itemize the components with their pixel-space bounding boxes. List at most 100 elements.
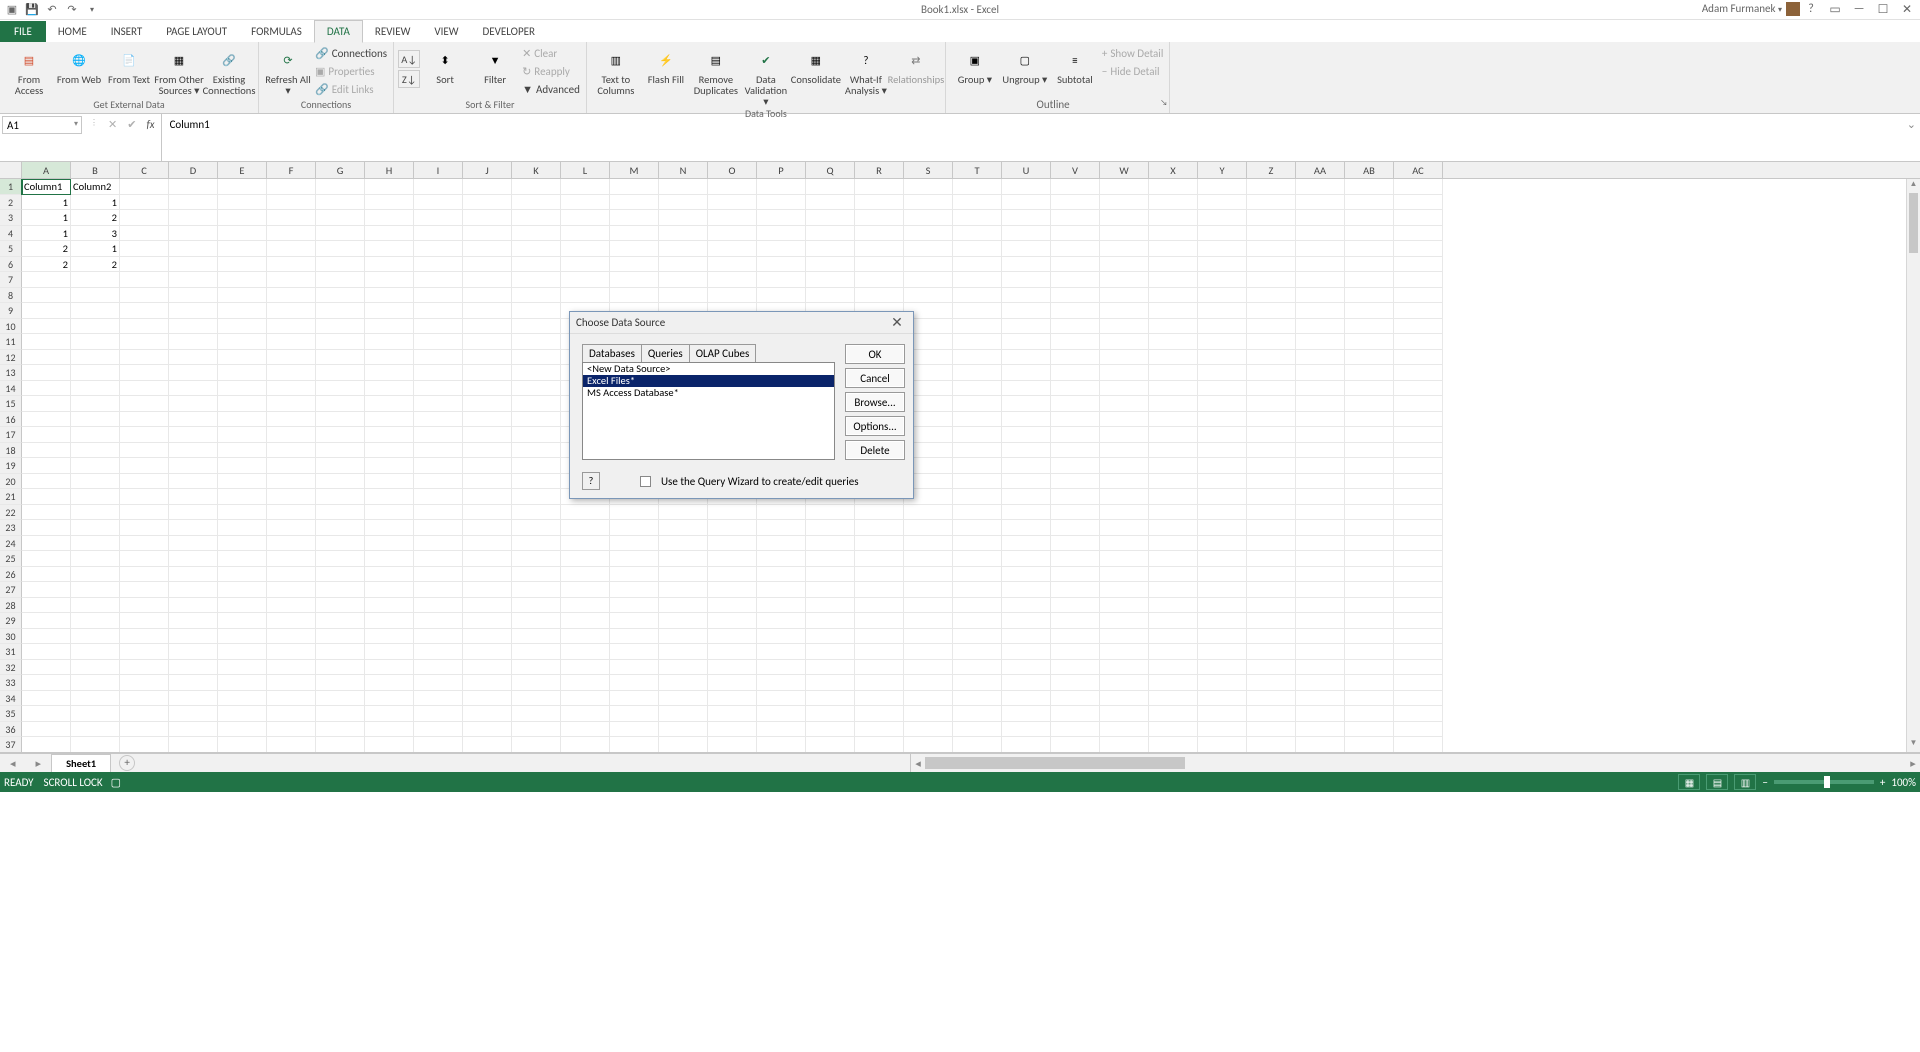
cell[interactable] bbox=[71, 551, 120, 567]
cell[interactable] bbox=[1394, 551, 1443, 567]
cell[interactable] bbox=[1198, 365, 1247, 381]
cell[interactable] bbox=[1051, 226, 1100, 242]
zoom-out-button[interactable]: − bbox=[1762, 776, 1767, 789]
cell[interactable] bbox=[1002, 644, 1051, 660]
cell[interactable] bbox=[1345, 598, 1394, 614]
cell[interactable] bbox=[1051, 210, 1100, 226]
cell[interactable] bbox=[757, 288, 806, 304]
cell[interactable] bbox=[169, 520, 218, 536]
cell[interactable] bbox=[953, 288, 1002, 304]
cell[interactable] bbox=[365, 722, 414, 738]
cell[interactable] bbox=[561, 272, 610, 288]
cell[interactable] bbox=[1100, 675, 1149, 691]
cell[interactable] bbox=[904, 257, 953, 273]
cell[interactable] bbox=[1198, 396, 1247, 412]
cell[interactable] bbox=[1198, 443, 1247, 459]
cell[interactable] bbox=[169, 443, 218, 459]
select-all-corner[interactable] bbox=[0, 162, 22, 178]
ok-button[interactable]: OK bbox=[845, 344, 905, 364]
cell[interactable] bbox=[218, 427, 267, 443]
cell[interactable] bbox=[414, 706, 463, 722]
cell[interactable] bbox=[1149, 489, 1198, 505]
column-header[interactable]: D bbox=[169, 162, 218, 178]
cell[interactable] bbox=[414, 598, 463, 614]
cell[interactable] bbox=[414, 350, 463, 366]
row-header[interactable]: 6 bbox=[0, 257, 22, 273]
cell[interactable] bbox=[218, 443, 267, 459]
delete-button[interactable]: Delete bbox=[845, 440, 905, 460]
cell[interactable] bbox=[1247, 443, 1296, 459]
cell[interactable] bbox=[1002, 427, 1051, 443]
cell[interactable] bbox=[120, 257, 169, 273]
cell[interactable] bbox=[512, 644, 561, 660]
options-button[interactable]: Options... bbox=[845, 416, 905, 436]
cell[interactable] bbox=[1198, 195, 1247, 211]
cell[interactable] bbox=[610, 613, 659, 629]
tab-view[interactable]: VIEW bbox=[422, 21, 470, 42]
filter-button[interactable]: ▼Filter bbox=[470, 44, 520, 85]
cell[interactable] bbox=[904, 226, 953, 242]
cell[interactable] bbox=[1198, 691, 1247, 707]
cell[interactable] bbox=[1345, 644, 1394, 660]
cell[interactable] bbox=[1394, 195, 1443, 211]
cell[interactable] bbox=[414, 381, 463, 397]
cell[interactable] bbox=[1247, 520, 1296, 536]
row-header[interactable]: 14 bbox=[0, 381, 22, 397]
cell[interactable] bbox=[414, 613, 463, 629]
cell[interactable] bbox=[71, 458, 120, 474]
cell[interactable] bbox=[1002, 334, 1051, 350]
cell[interactable] bbox=[610, 551, 659, 567]
cell[interactable] bbox=[1198, 520, 1247, 536]
cell[interactable] bbox=[414, 226, 463, 242]
row-header[interactable]: 22 bbox=[0, 505, 22, 521]
browse-button[interactable]: Browse... bbox=[845, 392, 905, 412]
cell[interactable] bbox=[1247, 536, 1296, 552]
cell[interactable] bbox=[953, 706, 1002, 722]
cell[interactable] bbox=[463, 613, 512, 629]
column-header[interactable]: U bbox=[1002, 162, 1051, 178]
cell[interactable] bbox=[1198, 334, 1247, 350]
cell[interactable] bbox=[512, 272, 561, 288]
cell[interactable] bbox=[1394, 567, 1443, 583]
cell[interactable] bbox=[22, 567, 71, 583]
cell[interactable] bbox=[169, 365, 218, 381]
cell[interactable] bbox=[1296, 412, 1345, 428]
sort-desc-button[interactable]: Z↓ bbox=[398, 70, 420, 88]
cell[interactable] bbox=[659, 551, 708, 567]
cell[interactable] bbox=[267, 443, 316, 459]
cell[interactable] bbox=[1051, 412, 1100, 428]
scroll-right-icon[interactable]: ▸ bbox=[1906, 757, 1920, 770]
cell[interactable] bbox=[316, 598, 365, 614]
cell[interactable] bbox=[365, 675, 414, 691]
cell[interactable] bbox=[1198, 319, 1247, 335]
fx-icon[interactable]: fx bbox=[146, 118, 154, 131]
row-header[interactable]: 12 bbox=[0, 350, 22, 366]
cell[interactable] bbox=[1051, 474, 1100, 490]
cell[interactable] bbox=[904, 675, 953, 691]
cell[interactable] bbox=[1345, 722, 1394, 738]
cell[interactable] bbox=[855, 582, 904, 598]
cell[interactable] bbox=[610, 179, 659, 195]
cell[interactable] bbox=[757, 210, 806, 226]
cell[interactable] bbox=[806, 226, 855, 242]
sort-button[interactable]: ⬍Sort bbox=[420, 44, 470, 85]
row-header[interactable]: 8 bbox=[0, 288, 22, 304]
cell[interactable] bbox=[169, 613, 218, 629]
cell[interactable] bbox=[904, 241, 953, 257]
cell[interactable] bbox=[71, 288, 120, 304]
cell[interactable] bbox=[1100, 396, 1149, 412]
cell[interactable] bbox=[169, 536, 218, 552]
cell[interactable] bbox=[316, 660, 365, 676]
cell[interactable] bbox=[512, 319, 561, 335]
cell[interactable] bbox=[22, 520, 71, 536]
cell[interactable] bbox=[120, 629, 169, 645]
cell[interactable] bbox=[414, 567, 463, 583]
cell[interactable] bbox=[120, 179, 169, 195]
cell[interactable] bbox=[1002, 520, 1051, 536]
cell[interactable] bbox=[1051, 706, 1100, 722]
cell[interactable] bbox=[316, 706, 365, 722]
cell[interactable] bbox=[365, 567, 414, 583]
cell[interactable] bbox=[1394, 334, 1443, 350]
cell[interactable] bbox=[708, 722, 757, 738]
cell[interactable] bbox=[316, 458, 365, 474]
